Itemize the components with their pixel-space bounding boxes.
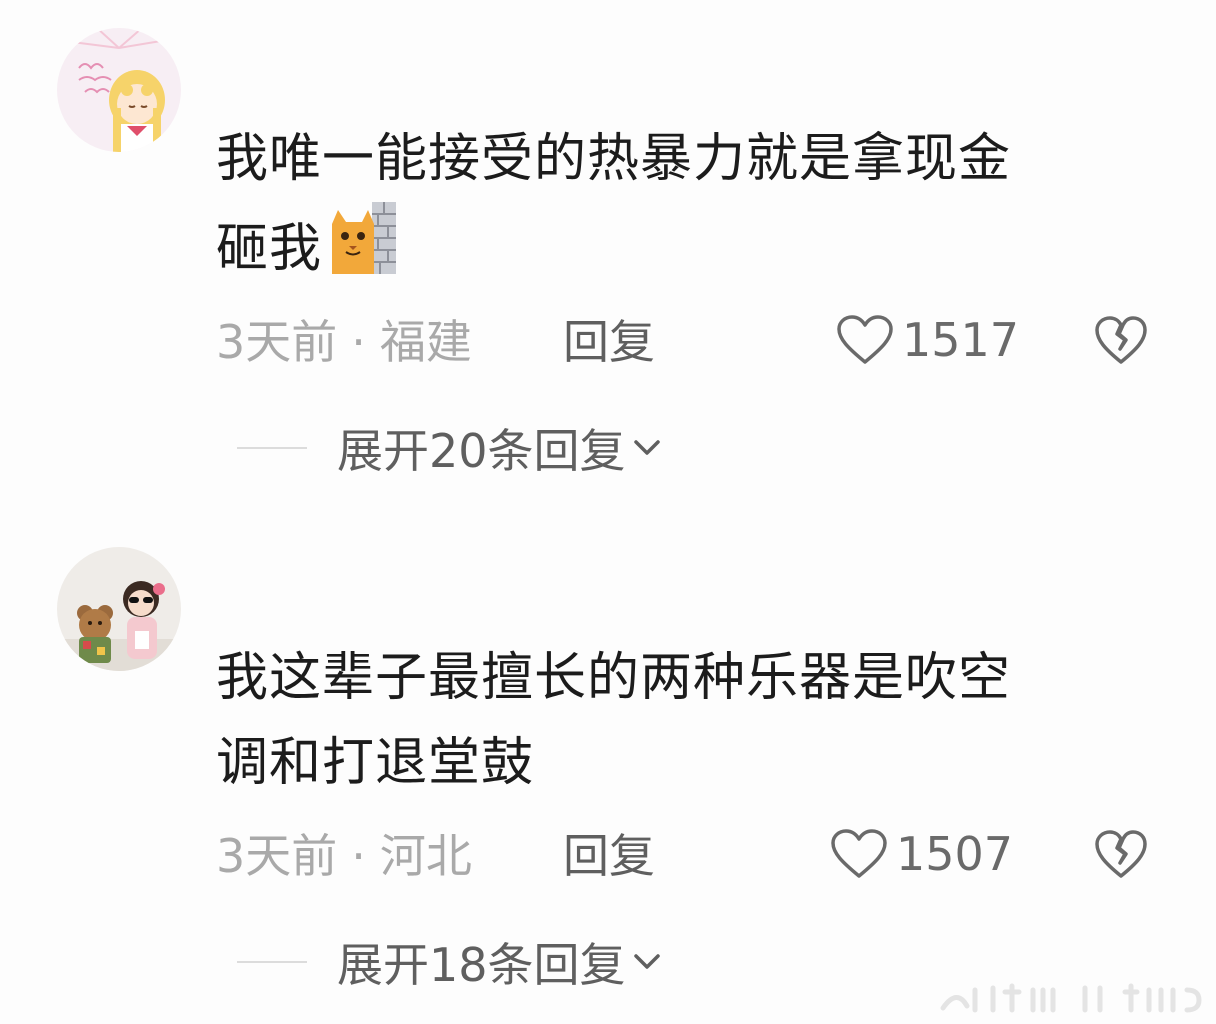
- comment-text: 我唯一能接受的热暴力就是拿现金 砸我: [216, 117, 1146, 292]
- reply-button[interactable]: 回复: [563, 312, 655, 372]
- expand-replies-button[interactable]: 展开20条回复: [237, 418, 662, 478]
- divider-line: [237, 447, 307, 449]
- heart-icon: [831, 829, 887, 878]
- watermark-mark: [940, 983, 1202, 1013]
- sailor-moon-avatar-icon: [57, 28, 181, 152]
- chevron-down-icon: [633, 954, 660, 969]
- broken-heart-icon[interactable]: [1093, 312, 1149, 368]
- heart-icon: [837, 315, 893, 364]
- like-button[interactable]: 1507: [830, 824, 1013, 884]
- meta-separator: ·: [351, 315, 366, 369]
- like-button[interactable]: 1517: [836, 310, 1019, 370]
- expand-replies-label: 展开20条回复: [337, 424, 626, 478]
- comment-time: 3天前: [216, 829, 338, 883]
- chevron-down-icon: [633, 440, 660, 455]
- comment-text: 我这辈子最擅长的两种乐器是吹空 调和打退堂鼓: [216, 636, 1146, 806]
- avatar[interactable]: [57, 547, 181, 671]
- cat-behind-wall-icon: [332, 202, 397, 274]
- like-count: 1507: [896, 827, 1014, 881]
- expand-replies-button[interactable]: 展开18条回复: [237, 932, 662, 992]
- comment-text-line: 砸我: [216, 219, 323, 279]
- broken-heart-icon[interactable]: [1093, 826, 1149, 882]
- meta-separator: ·: [351, 829, 366, 883]
- comment-text-line: 我这辈子最擅长的两种乐器是吹空: [216, 648, 1012, 708]
- comment-text-line: 我唯一能接受的热暴力就是拿现金: [216, 129, 1012, 189]
- comment-meta: 3天前 · 河北: [216, 826, 472, 886]
- comment-location: 福建: [379, 315, 472, 369]
- girl-with-teddy-avatar-icon: [57, 547, 181, 671]
- comment-text-line: 调和打退堂鼓: [216, 733, 535, 793]
- divider-line: [237, 961, 307, 963]
- like-count: 1517: [902, 313, 1020, 367]
- comment-time: 3天前: [216, 315, 338, 369]
- comment-meta: 3天前 · 福建: [216, 312, 472, 372]
- avatar[interactable]: [57, 28, 181, 152]
- comment-location: 河北: [379, 829, 472, 883]
- expand-replies-label: 展开18条回复: [337, 938, 626, 992]
- reply-button[interactable]: 回复: [563, 826, 655, 886]
